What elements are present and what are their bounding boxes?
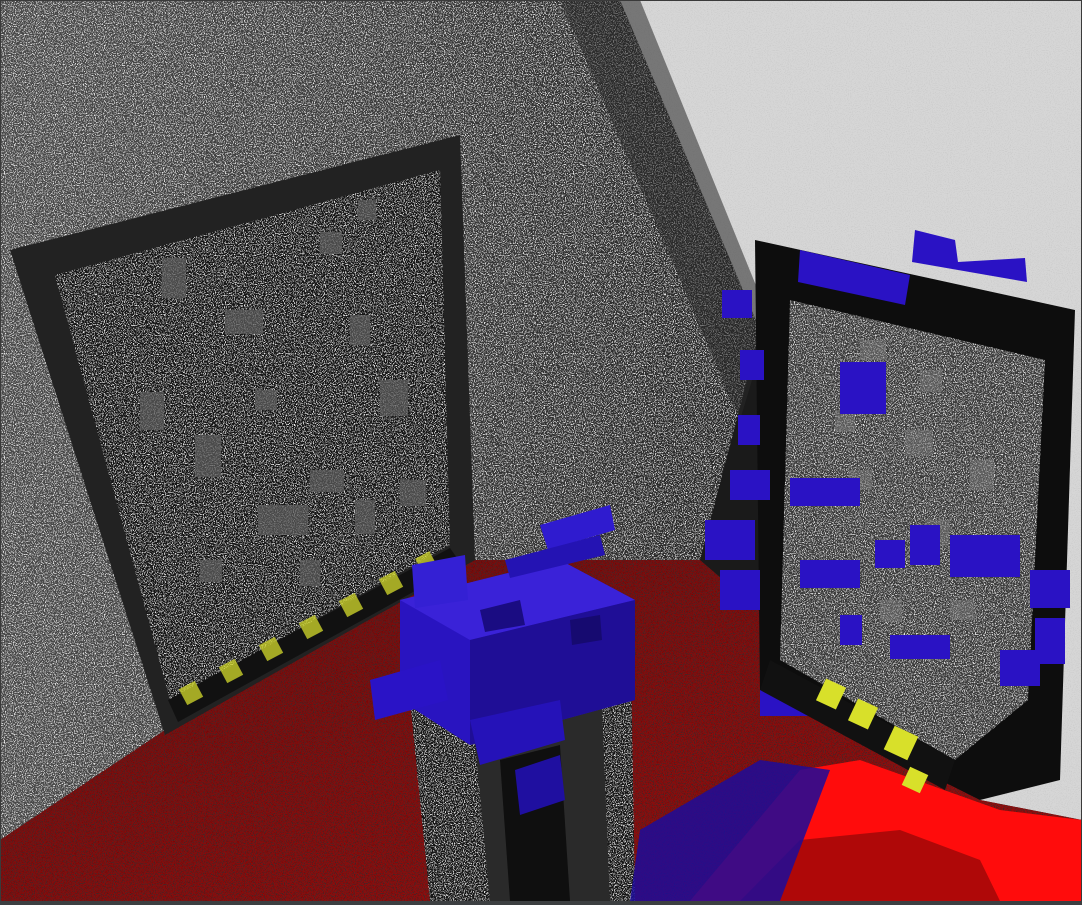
right-frame (705, 230, 1075, 800)
render-viewport (0, 0, 1082, 905)
scene-canvas (0, 0, 1082, 901)
status-strip (0, 901, 1082, 905)
